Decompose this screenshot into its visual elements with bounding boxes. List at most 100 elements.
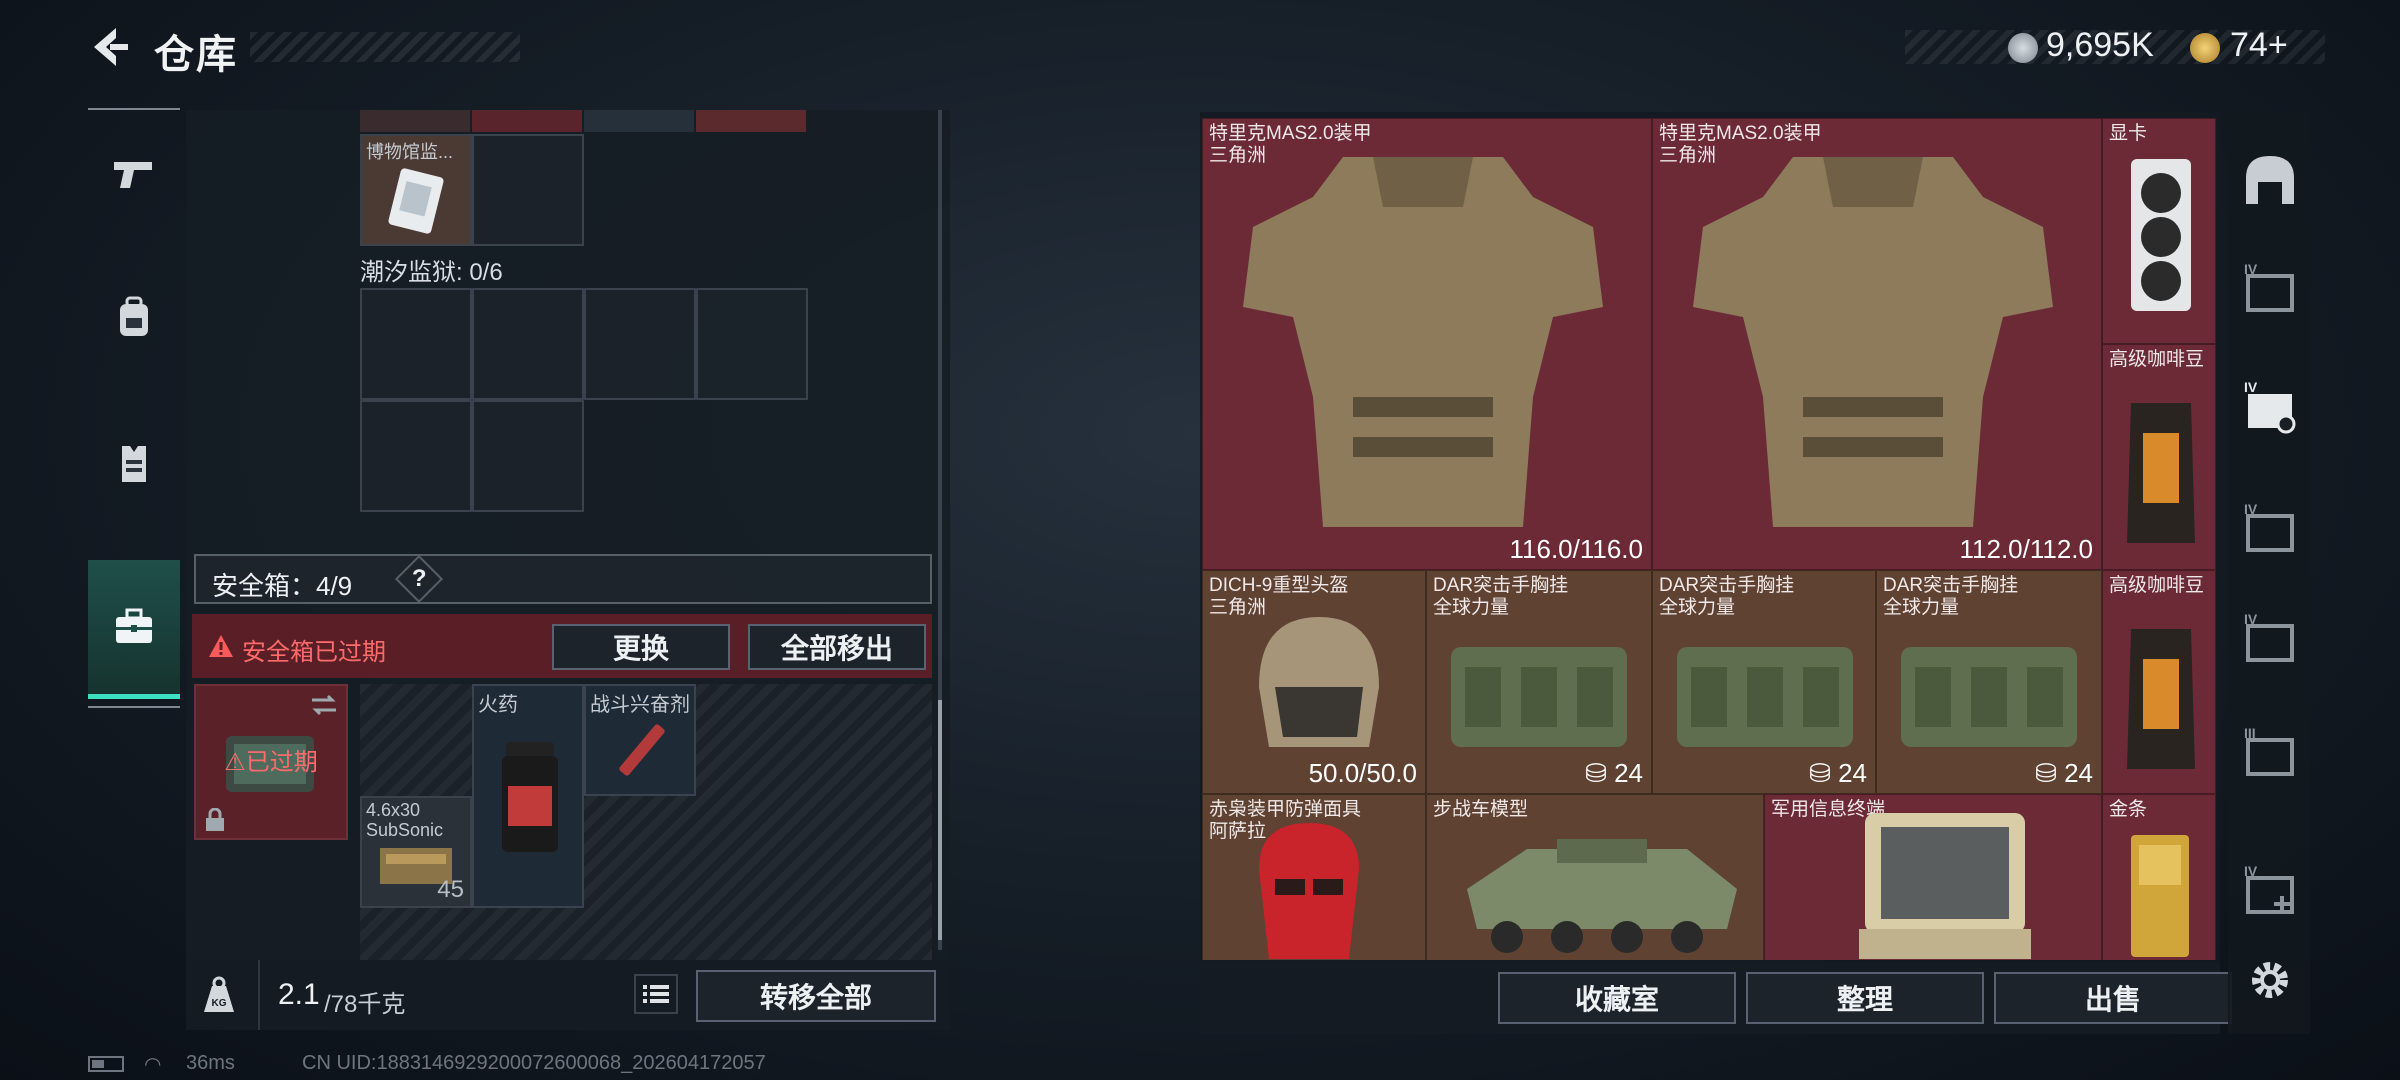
prison-slot[interactable] (360, 288, 472, 400)
warehouse-side-tabs: IV IV IV IV III IV (2228, 112, 2310, 1034)
safebox-capacity-label: 安全箱：4/9 (212, 571, 353, 601)
chest-rig-icon (1451, 647, 1627, 747)
warehouse-grid: 特里克MAS2.0装甲 三角洲 116.0/116.0 特里克MAS2.0装甲 三角… (1202, 118, 2216, 960)
status-bar: ◠ 36ms CN UID:1883146929200072600068_202… (88, 1052, 1288, 1076)
chest-rig-icon (1901, 647, 2077, 747)
expired-badge: ⚠已过期 (224, 749, 318, 776)
wifi-icon: ◠ (144, 1054, 162, 1076)
item-armor-1[interactable]: 特里克MAS2.0装甲 三角洲 116.0/116.0 (1202, 118, 1652, 570)
title-stripe-decoration (250, 32, 520, 62)
empty-slot[interactable] (472, 134, 584, 246)
tier-storage-icon[interactable]: III (2242, 726, 2298, 782)
item-armored-mask[interactable]: 赤枭装甲防弹面具 阿萨拉 (1202, 794, 1426, 960)
transfer-all-button[interactable]: 转移全部 (696, 970, 936, 1022)
sort-button[interactable]: 整理 (1746, 972, 1984, 1024)
sell-button[interactable]: 出售 (1994, 972, 2232, 1024)
item-name: 高级咖啡豆 (2109, 349, 2205, 370)
tab-equipment[interactable] (88, 258, 180, 378)
chest-rig-icon (1677, 647, 1853, 747)
coffee-bag-icon (2127, 629, 2195, 769)
gunpowder-slot[interactable]: 火药 (472, 684, 584, 908)
vest-icon (122, 446, 146, 482)
tier-storage-add-icon[interactable]: IV (2242, 864, 2298, 920)
ping-value: 36ms (186, 1052, 235, 1074)
item-name: DAR突击手胸挂 全球力量 (1659, 575, 1795, 618)
remove-all-button[interactable]: 全部移出 (748, 624, 926, 670)
powder-jar-icon (502, 742, 558, 852)
prison-label: 潮汐监狱: 0/6 (360, 259, 503, 286)
durability-value: 50.0/50.0 (1308, 758, 1417, 788)
toolbox-icon (116, 608, 152, 643)
capacity-value: ⛁ 24 (1809, 758, 1867, 788)
item-helmet[interactable]: DICH-9重型头盔 三角洲 50.0/50.0 (1202, 570, 1426, 794)
uid-text: CN UID:1883146929200072600068_2026041720… (302, 1052, 766, 1074)
safebox-grid: 火药 战斗兴奋剂 4.6x30 SubSonic 45 (360, 684, 932, 970)
item-name: DAR突击手胸挂 全球力量 (1883, 575, 2019, 618)
svg-text:IV: IV (2244, 262, 2258, 277)
item-ifv-model[interactable]: 步战车模型 (1426, 794, 1764, 960)
warehouse-action-bar: 收藏室 整理 出售 (1200, 962, 2232, 1034)
settings-gear-icon[interactable] (2242, 952, 2298, 1008)
list-view-button[interactable] (634, 974, 678, 1014)
svg-text:III: III (2244, 726, 2256, 741)
lock-icon (206, 808, 224, 831)
svg-text:KG: KG (212, 998, 227, 1009)
weight-value: 2.1 (278, 978, 320, 1011)
item-chest-rig-2[interactable]: DAR突击手胸挂 全球力量 ⛁ 24 (1652, 570, 1876, 794)
tier-storage-icon[interactable]: IV (2242, 612, 2298, 668)
prison-slot[interactable] (472, 400, 584, 512)
item-gold-bar[interactable]: 金条 (2102, 794, 2216, 960)
armor-vest-icon (1693, 157, 2053, 527)
tab-safe-box[interactable] (88, 560, 180, 699)
battery-icon (88, 1056, 124, 1072)
tab-armor[interactable] (88, 404, 180, 524)
currency-silver-value: 9,695K (2046, 26, 2154, 64)
gold-coin-icon (2190, 33, 2220, 63)
item-name: DAR突击手胸挂 全球力量 (1433, 575, 1569, 618)
backpack-icon (120, 296, 148, 336)
safebox-container-slot[interactable]: ⚠已过期 (194, 684, 348, 840)
tab-weapons[interactable] (88, 114, 180, 234)
weight-max: /78千克 (324, 991, 406, 1018)
tier-storage-icon-active[interactable]: IV (2242, 380, 2298, 436)
item-name: 步战车模型 (1433, 799, 1529, 820)
ammo-slot[interactable]: 4.6x30 SubSonic 45 (360, 796, 472, 908)
back-arrow-icon[interactable] (86, 24, 132, 70)
silver-coin-icon (2008, 33, 2038, 63)
prison-slot[interactable] (584, 288, 696, 400)
warehouse-panel: 特里克MAS2.0装甲 三角洲 116.0/116.0 特里克MAS2.0装甲 三角… (1200, 112, 2232, 1034)
item-graphics-card[interactable]: 显卡 (2102, 118, 2216, 344)
currency-gold-value[interactable]: 74+ (2230, 26, 2288, 65)
scrollbar-thumb[interactable] (938, 700, 942, 940)
warehouse-building-icon[interactable] (2242, 152, 2298, 208)
scrollbar-track[interactable] (938, 110, 942, 950)
tier-storage-icon[interactable]: IV (2242, 262, 2298, 318)
help-icon[interactable]: ? (394, 554, 444, 604)
durability-value: 116.0/116.0 (1509, 534, 1644, 564)
expired-warning-bar: 安全箱已过期 更换 全部移出 (192, 614, 932, 678)
coffee-bag-icon (2127, 403, 2195, 543)
prison-slot[interactable] (696, 288, 808, 400)
replace-button[interactable]: 更换 (552, 624, 730, 670)
item-chest-rig-3[interactable]: DAR突击手胸挂 全球力量 ⛁ 24 (1876, 570, 2102, 794)
prison-slot[interactable] (472, 288, 584, 400)
helmet-icon (1259, 617, 1379, 747)
tier-storage-icon[interactable]: IV (2242, 502, 2298, 558)
list-icon (643, 985, 669, 1003)
collection-room-button[interactable]: 收藏室 (1498, 972, 1736, 1024)
red-mask-icon (1259, 823, 1359, 959)
stimulant-slot[interactable]: 战斗兴奋剂 (584, 684, 696, 796)
item-chest-rig-1[interactable]: DAR突击手胸挂 全球力量 ⛁ 24 (1426, 570, 1652, 794)
prison-slot[interactable] (360, 400, 472, 512)
armor-vest-icon (1243, 157, 1603, 527)
stimulant-label: 战斗兴奋剂 (590, 694, 690, 716)
museum-item-slot[interactable]: 博物馆监... (360, 134, 472, 246)
safe-box-panel: 博物馆监... 潮汐监狱: 0/6 安全箱：4/9 ? 安全箱已过期 更换 全部… (186, 110, 950, 1030)
item-coffee-beans-2[interactable]: 高级咖啡豆 (2102, 570, 2216, 794)
page-title: 仓库 (154, 33, 238, 77)
item-armor-2[interactable]: 特里克MAS2.0装甲 三角洲 112.0/112.0 (1652, 118, 2102, 570)
gold-bar-icon (2131, 835, 2189, 957)
document-item-icon (388, 168, 444, 234)
item-military-terminal[interactable]: 军用信息终端 (1764, 794, 2102, 960)
item-coffee-beans-1[interactable]: 高级咖啡豆 (2102, 344, 2216, 570)
